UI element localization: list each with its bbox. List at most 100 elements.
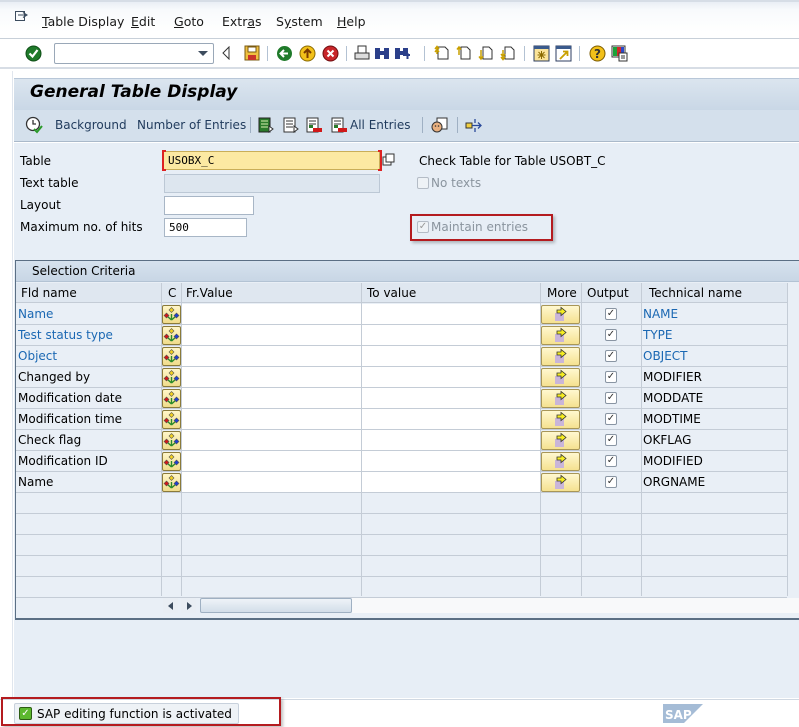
print-icon[interactable] [353, 44, 371, 62]
value-help-icon[interactable] [382, 153, 396, 170]
horizontal-scrollbar-track[interactable] [352, 598, 799, 613]
multiple-selection-button[interactable] [162, 347, 181, 366]
to-value-input[interactable] [362, 325, 540, 345]
menu-goto[interactable]: Goto [174, 14, 204, 29]
from-value-input[interactable] [182, 346, 361, 366]
to-value-input[interactable] [362, 304, 540, 324]
output-checkbox[interactable]: ✓ [605, 476, 617, 488]
from-value-input[interactable] [182, 325, 361, 345]
execute-icon[interactable] [258, 117, 274, 136]
output-checkbox[interactable]: ✓ [605, 413, 617, 425]
enter-icon[interactable] [24, 44, 42, 62]
from-value-input[interactable] [182, 367, 361, 387]
from-value-input[interactable] [182, 304, 361, 324]
all-entries-button[interactable]: All Entries [350, 118, 411, 132]
to-value-input[interactable] [362, 346, 540, 366]
multiple-selection-button[interactable] [162, 431, 181, 450]
save-icon[interactable] [243, 44, 261, 62]
execute-display-icon[interactable] [283, 117, 299, 136]
find-icon[interactable] [373, 44, 391, 62]
menu-help[interactable]: Help [337, 14, 366, 29]
all-entries-icon[interactable] [331, 117, 348, 136]
column-header-fr-value[interactable]: Fr.Value [186, 286, 233, 300]
horizontal-scrollbar-thumb[interactable] [200, 598, 352, 613]
more-button[interactable] [541, 473, 580, 492]
multiple-selection-button[interactable] [162, 473, 181, 492]
column-header-output[interactable]: Output [587, 286, 629, 300]
output-export-icon[interactable] [465, 117, 483, 136]
background-button[interactable]: Background [55, 118, 127, 132]
background-execute-icon[interactable] [25, 116, 43, 134]
multiple-selection-button[interactable] [162, 305, 181, 324]
to-value-input[interactable] [362, 430, 540, 450]
output-checkbox[interactable]: ✓ [605, 350, 617, 362]
to-value-input[interactable] [362, 451, 540, 471]
column-header-fld-name[interactable]: Fld name [21, 286, 77, 300]
more-button[interactable] [541, 305, 580, 324]
from-value-input[interactable] [182, 451, 361, 471]
previous-page-icon[interactable] [455, 44, 473, 62]
system-menu-icon[interactable] [15, 11, 28, 22]
help-icon[interactable]: ? [588, 44, 606, 62]
scroll-right-button[interactable] [181, 598, 196, 613]
max-hits-field[interactable]: 500 [164, 218, 247, 237]
exit-icon[interactable] [298, 44, 316, 62]
more-button[interactable] [541, 368, 580, 387]
table-field[interactable]: USOBX_C [163, 151, 380, 170]
more-button[interactable] [541, 347, 580, 366]
from-value-input[interactable] [182, 430, 361, 450]
menu-extras[interactable]: Extras [222, 14, 262, 29]
number-of-entries-button[interactable]: Number of Entries [137, 118, 246, 132]
multiple-selection-button[interactable] [162, 326, 181, 345]
more-button[interactable] [541, 431, 580, 450]
layout-field[interactable] [164, 196, 254, 215]
output-checkbox[interactable]: ✓ [605, 455, 617, 467]
output-checkbox[interactable]: ✓ [605, 434, 617, 446]
create-session-icon[interactable] [532, 44, 550, 62]
multiple-selection-button[interactable] [162, 410, 181, 429]
output-checkbox[interactable]: ✓ [605, 371, 617, 383]
output-checkbox[interactable]: ✓ [605, 308, 617, 320]
chevron-down-icon[interactable] [198, 51, 208, 56]
from-value-input[interactable] [182, 472, 361, 492]
scroll-left-button[interactable] [163, 598, 178, 613]
column-header-technical-name[interactable]: Technical name [649, 286, 742, 300]
column-header-more[interactable]: More [547, 286, 577, 300]
menu-table-display[interactable]: Table Display [42, 14, 124, 29]
more-button[interactable] [541, 389, 580, 408]
back-icon[interactable] [275, 44, 293, 62]
field-name: Object [18, 349, 58, 363]
from-value-input[interactable] [182, 388, 361, 408]
field-name: Modification date [18, 391, 123, 405]
to-value-input[interactable] [362, 388, 540, 408]
technical-name: ORGNAME [643, 475, 706, 489]
more-button[interactable] [541, 326, 580, 345]
to-value-input[interactable] [362, 409, 540, 429]
to-value-input[interactable] [362, 367, 540, 387]
multiple-selection-button[interactable] [162, 389, 181, 408]
menu-system[interactable]: System [276, 14, 323, 29]
customize-layout-icon[interactable] [610, 44, 628, 62]
multiple-selection-button[interactable] [162, 368, 181, 387]
to-value-input[interactable] [362, 472, 540, 492]
output-checkbox[interactable]: ✓ [605, 392, 617, 404]
command-field[interactable] [54, 43, 214, 64]
generate-shortcut-icon[interactable] [554, 44, 572, 62]
delete-selection-icon[interactable] [306, 117, 323, 136]
more-button[interactable] [541, 410, 580, 429]
multiple-selection-button[interactable] [162, 452, 181, 471]
last-page-icon[interactable] [499, 44, 517, 62]
cancel-icon[interactable] [321, 44, 339, 62]
field-help-icon[interactable] [431, 117, 448, 136]
find-next-icon[interactable] [393, 44, 411, 62]
first-page-icon[interactable] [433, 44, 451, 62]
more-button[interactable] [541, 452, 580, 471]
column-header-to-value[interactable]: To value [367, 286, 416, 300]
output-checkbox[interactable]: ✓ [605, 329, 617, 341]
collapse-toolbar-icon[interactable] [217, 44, 235, 62]
selection-options-icon [163, 412, 180, 426]
column-header-c[interactable]: C [168, 286, 176, 300]
menu-edit[interactable]: Edit [131, 14, 155, 29]
next-page-icon[interactable] [477, 44, 495, 62]
from-value-input[interactable] [182, 409, 361, 429]
